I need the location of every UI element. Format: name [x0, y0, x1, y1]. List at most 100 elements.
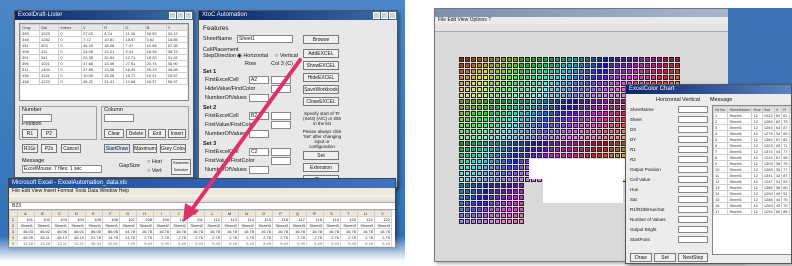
color-swatch[interactable]	[459, 105, 464, 110]
color-swatch[interactable]	[537, 81, 542, 86]
color-swatch[interactable]	[483, 147, 488, 152]
color-swatch[interactable]	[495, 153, 500, 158]
color-swatch[interactable]	[591, 69, 596, 74]
color-swatch[interactable]	[549, 141, 554, 146]
color-swatch[interactable]	[537, 135, 542, 140]
color-swatch[interactable]	[525, 63, 530, 68]
color-swatch[interactable]	[513, 57, 518, 62]
color-swatch[interactable]	[555, 147, 560, 152]
color-swatch[interactable]	[579, 105, 584, 110]
color-swatch[interactable]	[501, 147, 506, 152]
color-swatch[interactable]	[519, 111, 524, 116]
color-swatch[interactable]	[615, 117, 620, 122]
color-swatch[interactable]	[633, 75, 638, 80]
color-swatch[interactable]	[471, 75, 476, 80]
table-cell[interactable]: 1203	[761, 142, 775, 149]
color-swatch[interactable]	[483, 153, 488, 158]
draw-button[interactable]: Draw	[630, 253, 652, 262]
color-swatch[interactable]	[603, 135, 608, 140]
color-swatch[interactable]	[477, 165, 482, 170]
color-swatch[interactable]	[519, 99, 524, 104]
color-swatch[interactable]	[483, 207, 488, 212]
color-swatch[interactable]	[519, 171, 524, 176]
color-swatch[interactable]	[573, 69, 578, 74]
color-swatch[interactable]	[639, 69, 644, 74]
color-swatch[interactable]	[579, 111, 584, 116]
color-swatch[interactable]	[477, 177, 482, 182]
color-swatch[interactable]	[513, 99, 518, 104]
color-swatch[interactable]	[555, 81, 560, 86]
color-swatch[interactable]	[483, 183, 488, 188]
color-swatch[interactable]	[471, 147, 476, 152]
color-swatch[interactable]	[483, 81, 488, 86]
color-swatch[interactable]	[669, 57, 674, 62]
color-swatch[interactable]	[549, 99, 554, 104]
table-cell[interactable]: 1303	[761, 160, 775, 167]
color-swatch[interactable]	[507, 159, 512, 164]
color-swatch[interactable]	[561, 153, 566, 158]
color-swatch[interactable]	[495, 105, 500, 110]
color-swatch[interactable]	[507, 63, 512, 68]
color-swatch[interactable]	[477, 147, 482, 152]
color-swatch[interactable]	[501, 87, 506, 92]
table-cell[interactable]: 88	[781, 208, 790, 215]
color-swatch[interactable]	[507, 99, 512, 104]
color-swatch[interactable]	[501, 99, 506, 104]
color-swatch[interactable]	[507, 207, 512, 212]
color-swatch[interactable]	[483, 141, 488, 146]
color-swatch[interactable]	[513, 75, 518, 80]
color-swatch[interactable]	[495, 195, 500, 200]
color-swatch[interactable]	[495, 165, 500, 170]
table-cell[interactable]: 50	[773, 208, 783, 215]
color-swatch[interactable]	[597, 69, 602, 74]
color-swatch[interactable]	[543, 123, 548, 128]
color-swatch[interactable]	[579, 147, 584, 152]
color-swatch[interactable]	[465, 63, 470, 68]
color-swatch[interactable]	[549, 123, 554, 128]
color-swatch[interactable]	[531, 141, 536, 146]
color-swatch[interactable]	[597, 153, 602, 158]
color-swatch[interactable]	[573, 81, 578, 86]
color-swatch[interactable]	[591, 141, 596, 146]
color-swatch[interactable]	[573, 87, 578, 92]
color-swatch[interactable]	[525, 69, 530, 74]
color-swatch[interactable]	[609, 57, 614, 62]
color-swatch[interactable]	[549, 129, 554, 134]
color-swatch[interactable]	[531, 129, 536, 134]
color-swatch[interactable]	[501, 213, 506, 218]
color-swatch[interactable]	[657, 69, 662, 74]
color-swatch[interactable]	[609, 75, 614, 80]
color-swatch[interactable]	[459, 189, 464, 194]
color-swatch[interactable]	[513, 201, 518, 206]
color-swatch[interactable]	[567, 99, 572, 104]
color-swatch[interactable]	[465, 165, 470, 170]
color-swatch[interactable]	[621, 69, 626, 74]
color-swatch[interactable]	[549, 69, 554, 74]
color-swatch[interactable]	[627, 63, 632, 68]
color-swatch[interactable]	[549, 93, 554, 98]
color-swatch[interactable]	[549, 75, 554, 80]
color-swatch[interactable]	[543, 99, 548, 104]
color-swatch[interactable]	[525, 153, 530, 158]
color-swatch[interactable]	[549, 63, 554, 68]
color-swatch[interactable]	[549, 57, 554, 62]
color-swatch[interactable]	[519, 63, 524, 68]
color-swatch[interactable]	[537, 123, 542, 128]
color-swatch[interactable]	[519, 201, 524, 206]
color-swatch[interactable]	[621, 63, 626, 68]
color-swatch[interactable]	[507, 75, 512, 80]
color-swatch[interactable]	[465, 75, 470, 80]
color-swatch[interactable]	[495, 141, 500, 146]
color-swatch[interactable]	[501, 159, 506, 164]
color-swatch[interactable]	[465, 123, 470, 128]
color-swatch[interactable]	[615, 99, 620, 104]
color-swatch[interactable]	[477, 129, 482, 134]
table-cell[interactable]: 1263	[761, 202, 775, 209]
color-swatch[interactable]	[483, 93, 488, 98]
color-swatch[interactable]	[543, 87, 548, 92]
color-swatch[interactable]	[615, 93, 620, 98]
color-swatch[interactable]	[471, 201, 476, 206]
color-swatch[interactable]	[651, 75, 656, 80]
color-swatch[interactable]	[489, 57, 494, 62]
color-swatch[interactable]	[525, 123, 530, 128]
